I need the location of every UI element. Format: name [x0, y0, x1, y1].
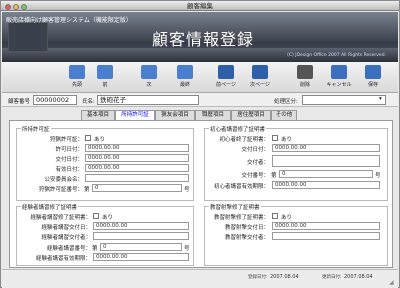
updated-date: 2007.08.04	[344, 274, 373, 280]
shooting-section-title: 教習射撃修了証明書	[209, 203, 261, 211]
next-button[interactable]: 次	[134, 65, 164, 88]
created-date: 2007.08.04	[270, 274, 299, 280]
previous-page-button[interactable]: 前ページ	[211, 65, 241, 88]
beginner-office-field[interactable]	[272, 155, 380, 167]
banner-title: 顧客情報登録	[152, 30, 255, 49]
save-icon	[365, 65, 381, 79]
record-header: 顧客番号 00000002 氏名: 鉄砲花子 処理区分: ▾	[2, 93, 398, 107]
beginner-delivery-date-field[interactable]: 0000.00.00	[272, 144, 380, 152]
license-number-field[interactable]: 0	[92, 184, 182, 192]
title-bar: 顧客編集	[1, 1, 399, 11]
beginner-number-field[interactable]: 0	[279, 170, 373, 178]
experienced-checkbox[interactable]	[93, 213, 99, 219]
previous-button[interactable]: 前	[90, 65, 120, 88]
app-window: 顧客編集 販売店様向け顧客管理システム（機能限定版） 顧客情報登録 (C) JD…	[0, 0, 400, 288]
window-title: 顧客編集	[187, 2, 213, 10]
first-record-icon	[69, 65, 85, 79]
name-field[interactable]: 鉄砲花子	[97, 95, 199, 105]
banner-copyright: (C) JDesign Office 2007 All Rights Reser…	[287, 53, 386, 58]
toolbar: 先頭 前 次 最終 前ページ 次ページ 削除 キャンセル 保存	[2, 62, 398, 93]
shooting-checkbox[interactable]	[272, 213, 278, 219]
beginner-checkbox[interactable]	[272, 135, 278, 141]
building-graphic	[8, 22, 48, 52]
created-label: 登録日付:	[248, 275, 268, 280]
customer-no-label: 顧客番号	[8, 99, 31, 105]
shooting-section: 教習射撃修了証明書 教習射撃修了証明書： あり 教習射撃交付日： 0000.00…	[204, 203, 388, 266]
experienced-section: 経験者講習修了証明書 経験者講習修了証明書： あり 経験者講習交付日： 0000…	[16, 203, 194, 266]
delete-icon	[297, 65, 313, 79]
delete-button[interactable]: 削除	[290, 65, 320, 88]
experienced-expiry-date-field[interactable]: 0000.00.00	[93, 253, 189, 261]
license-section-title: 所持許可証	[21, 125, 51, 133]
customer-no-field[interactable]: 00000002	[33, 95, 77, 105]
save-button[interactable]: 保存	[358, 65, 388, 88]
next-record-icon	[141, 65, 157, 79]
license-delivery-date-field[interactable]: 0000.00.00	[85, 154, 189, 162]
beginner-section-title: 初心者講習修了証明書	[209, 125, 267, 133]
status-footer: 登録日付: 2007.08.04 更新日付: 2007.08.04 ◢	[2, 269, 398, 288]
shooting-delivery-date-field[interactable]: 0000.00.00	[272, 222, 380, 230]
cancel-icon	[331, 65, 347, 79]
next-page-button[interactable]: 次ページ	[245, 65, 275, 88]
experienced-delivery-date-field[interactable]: 0000.00.00	[93, 222, 189, 230]
zoom-window-button[interactable]	[21, 4, 27, 10]
minimize-window-button[interactable]	[13, 4, 19, 10]
license-checkbox[interactable]	[85, 135, 91, 141]
last-button[interactable]: 最終	[170, 65, 200, 88]
license-commission-field[interactable]	[85, 174, 189, 182]
last-record-icon	[177, 65, 193, 79]
cancel-button[interactable]: キャンセル	[324, 65, 354, 88]
next-page-icon	[252, 65, 268, 79]
shooting-office-field[interactable]	[272, 232, 380, 240]
tab-content: 所持許可証 狩猟許可証： あり 許可日付： 0000.00.00 交付日付： 0…	[9, 120, 393, 268]
name-label: 氏名:	[82, 99, 95, 105]
resize-grip-icon[interactable]: ◢	[389, 279, 397, 287]
updated-label: 更新日付:	[322, 275, 342, 280]
experienced-office-field[interactable]	[93, 232, 189, 240]
category-select[interactable]	[302, 95, 386, 105]
experienced-number-field[interactable]: 0	[100, 243, 182, 251]
category-label: 処理区分:	[274, 99, 298, 105]
beginner-expiry-date-field[interactable]: 0000.00.00	[272, 181, 380, 189]
chevron-down-icon: ▾	[379, 96, 382, 102]
close-window-button[interactable]	[5, 4, 11, 10]
previous-record-icon	[97, 65, 113, 79]
beginner-section: 初心者講習修了証明書 初心者終了証明書： あり 交付日付： 0000.00.00…	[204, 125, 388, 201]
previous-page-icon	[218, 65, 234, 79]
license-expiry-date-field[interactable]: 0000.00.00	[85, 164, 189, 172]
app-banner: 販売店様向け顧客管理システム（機能限定版） 顧客情報登録 (C) JDesign…	[2, 12, 398, 62]
license-section: 所持許可証 狩猟許可証： あり 許可日付： 0000.00.00 交付日付： 0…	[16, 125, 194, 201]
experienced-section-title: 経験者講習修了証明書	[21, 203, 79, 211]
banner-subtitle: 販売店様向け顧客管理システム（機能限定版）	[6, 17, 132, 24]
license-issue-date-field[interactable]: 0000.00.00	[85, 144, 189, 152]
first-button[interactable]: 先頭	[62, 65, 92, 88]
